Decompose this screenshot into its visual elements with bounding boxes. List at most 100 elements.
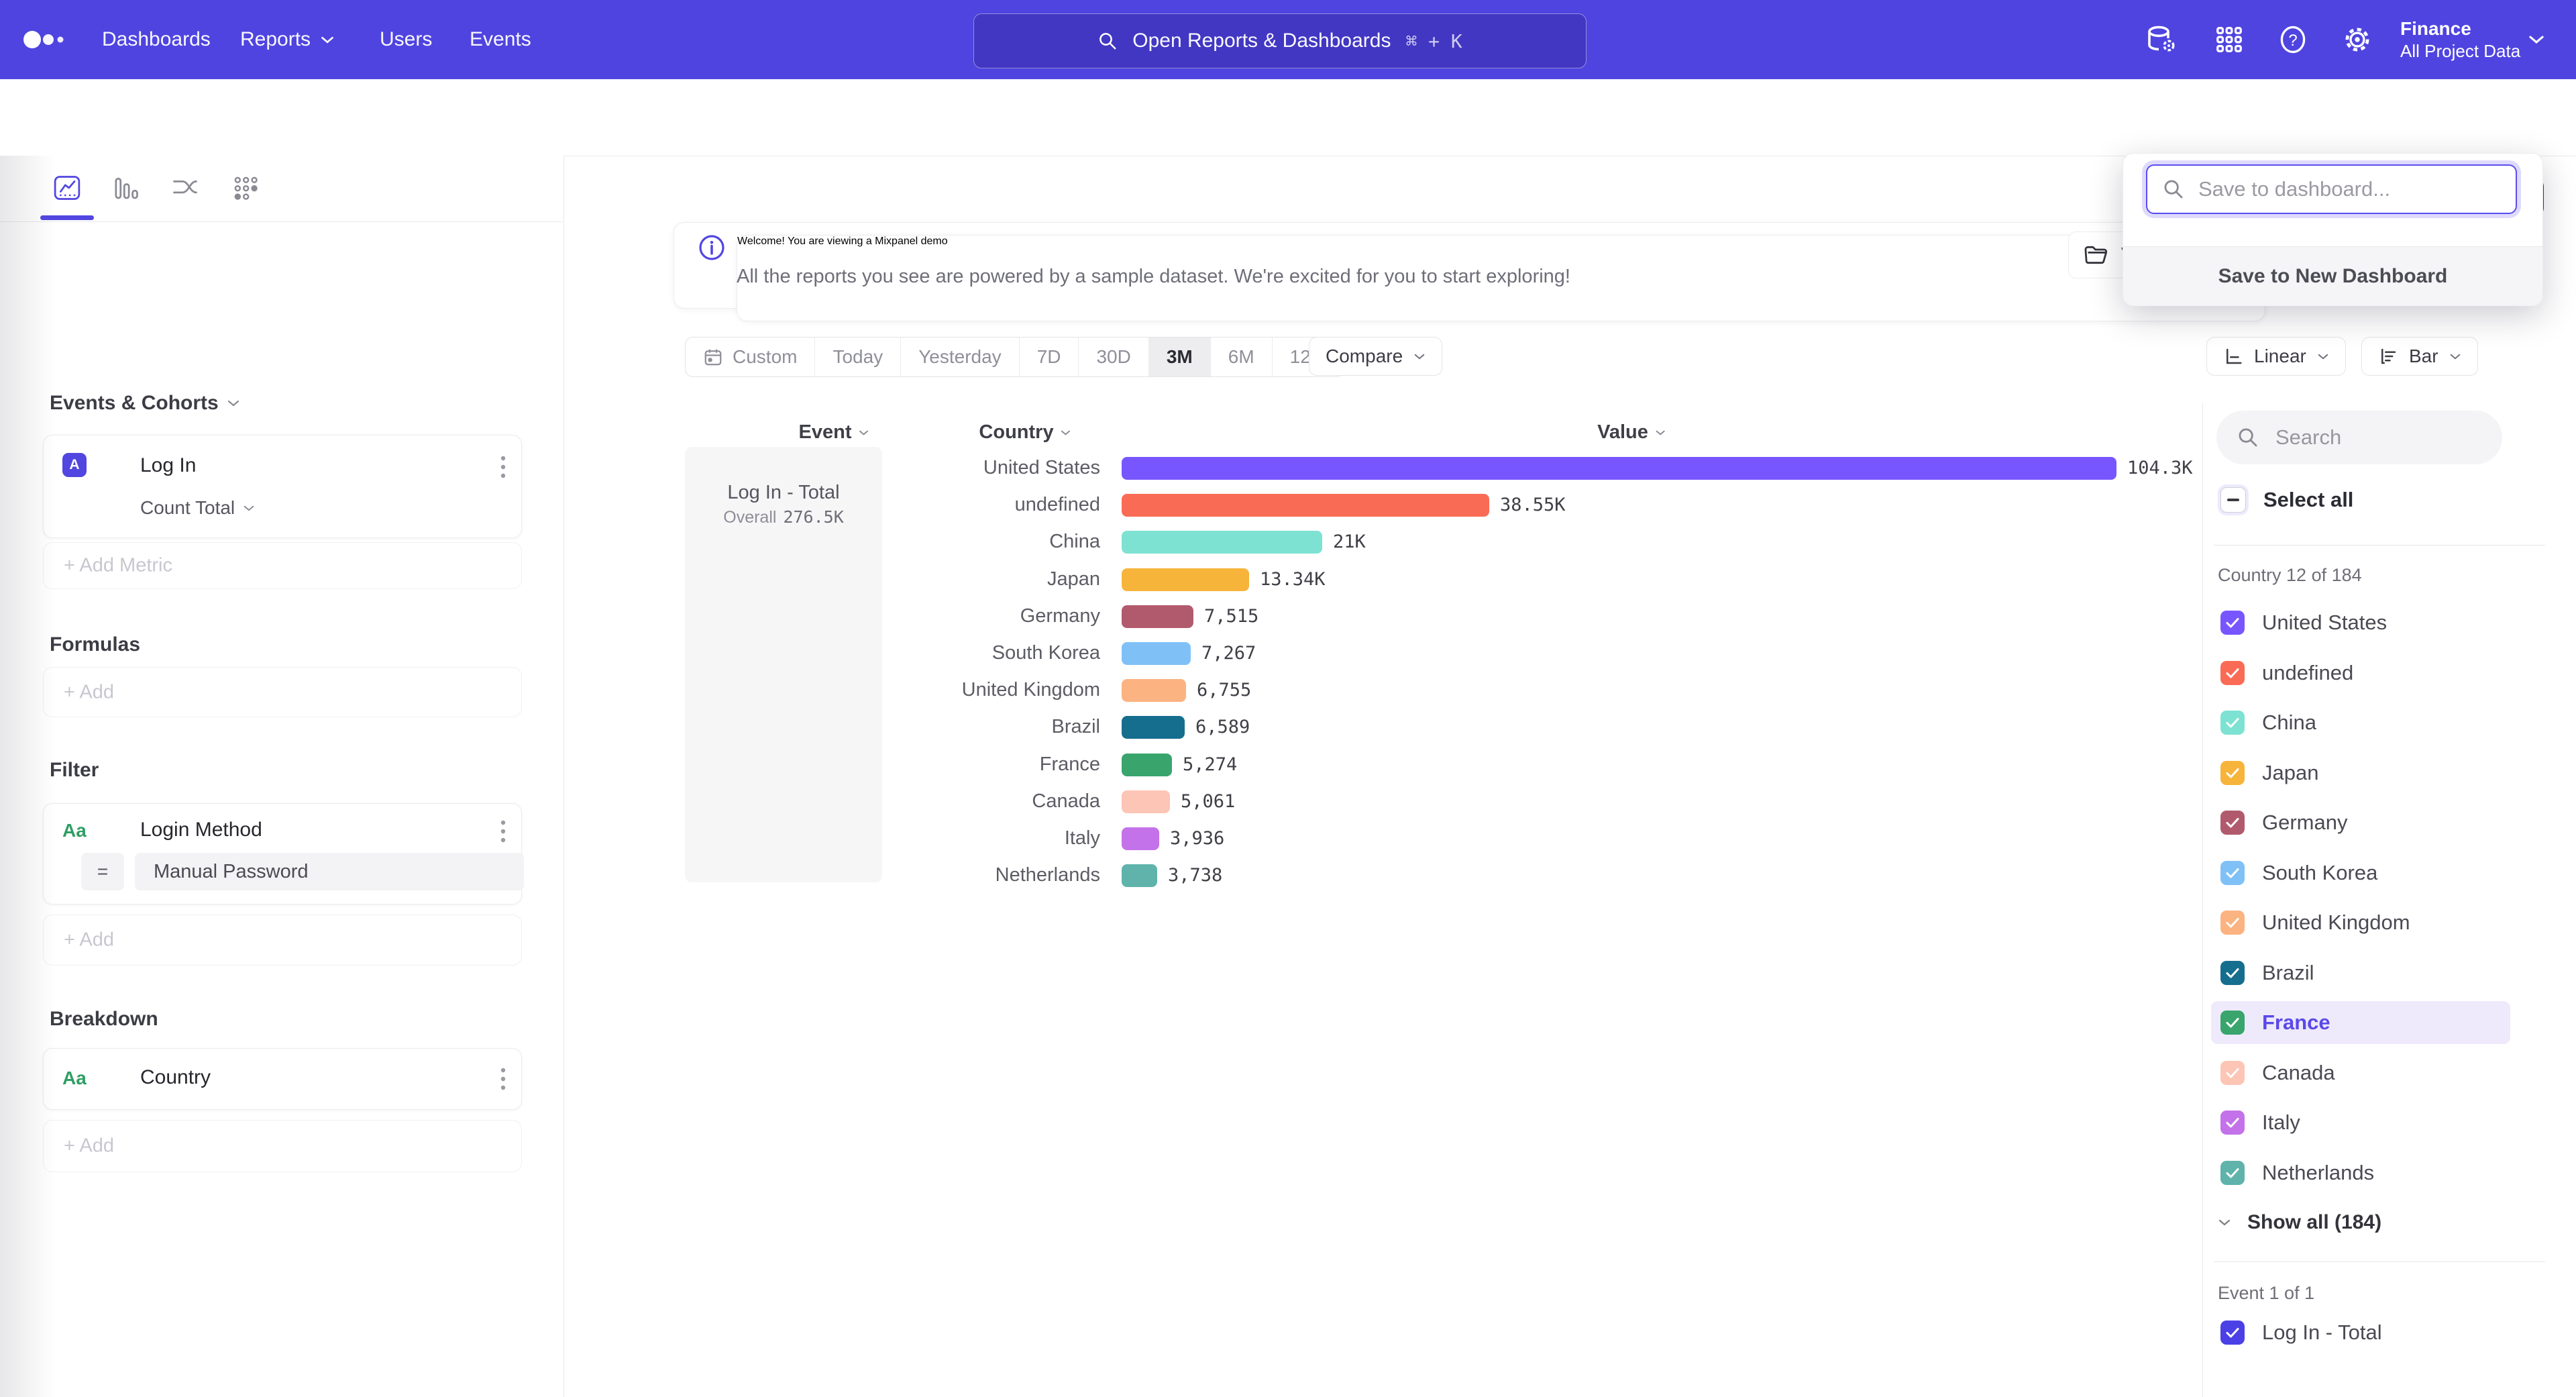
chart-type-dropdown[interactable]: Bar [2361, 337, 2478, 376]
filter-value-field[interactable]: Manual Password [135, 853, 524, 890]
tab-retention-icon[interactable] [231, 173, 260, 203]
metric-card[interactable]: A Log In Count Total [43, 435, 522, 538]
help-icon[interactable]: ? [2277, 0, 2309, 79]
filter-operator-dropdown[interactable]: = [81, 853, 124, 890]
events-cohorts-section-header[interactable]: Events & Cohorts [50, 392, 240, 415]
range-3m-selected[interactable]: 3M [1149, 338, 1211, 376]
nav-dashboards[interactable]: Dashboards [102, 0, 211, 79]
show-all-label: Show all (184) [2247, 1211, 2381, 1234]
save-dashboard-search-field[interactable] [2146, 164, 2517, 214]
chart-category-label: South Korea [792, 642, 1100, 664]
metric-event-name[interactable]: Log In [140, 454, 196, 477]
range-30d[interactable]: 30D [1079, 338, 1148, 376]
builder-tabs [0, 156, 563, 222]
project-switcher[interactable]: Finance All Project Data [2400, 0, 2520, 79]
chart-bar[interactable] [1122, 605, 1193, 628]
country-checkbox[interactable] [2220, 611, 2245, 635]
apps-grid-icon[interactable] [2214, 0, 2245, 79]
chart-bar[interactable] [1122, 642, 1191, 665]
country-checkbox[interactable] [2220, 711, 2245, 735]
country-label: Japan [2262, 761, 2318, 785]
country-filter-row[interactable]: China [2211, 701, 2510, 744]
column-header-country[interactable]: Country [979, 421, 1071, 444]
select-all-checkbox-indeterminate[interactable] [2220, 487, 2246, 513]
info-icon [698, 234, 726, 262]
add-formula-button[interactable]: + Add [43, 667, 522, 717]
chart-bar[interactable] [1122, 827, 1159, 850]
add-metric-button[interactable]: + Add Metric [43, 542, 522, 589]
chart-bar[interactable] [1122, 864, 1157, 887]
breakdown-property-name[interactable]: Country [140, 1066, 211, 1089]
panel-search-input[interactable] [2274, 425, 2478, 450]
country-filter-row[interactable]: South Korea [2211, 851, 2510, 894]
chart-bar[interactable] [1122, 531, 1322, 554]
country-checkbox[interactable] [2220, 861, 2245, 885]
compare-button[interactable]: Compare [1309, 337, 1442, 376]
chart-bar[interactable] [1122, 494, 1489, 517]
range-yesterday[interactable]: Yesterday [901, 338, 1020, 376]
panel-search-field[interactable] [2216, 411, 2502, 464]
country-filter-row[interactable]: Germany [2211, 801, 2510, 844]
country-filter-row[interactable]: United States [2211, 601, 2510, 644]
breakdown-kebab-icon[interactable] [500, 1066, 506, 1092]
column-header-value[interactable]: Value [1597, 421, 1666, 444]
mixpanel-logo[interactable] [23, 0, 70, 79]
range-7d[interactable]: 7D [1020, 338, 1079, 376]
country-checkbox[interactable] [2220, 1161, 2245, 1185]
save-dashboard-input[interactable] [2197, 176, 2488, 202]
country-filter-row[interactable]: Italy [2211, 1101, 2510, 1144]
chart-value-label: 6,589 [1195, 717, 1250, 737]
country-filter-row[interactable]: Japan [2211, 752, 2510, 794]
country-filter-row[interactable]: Canada [2211, 1051, 2510, 1094]
filter-kebab-icon[interactable] [500, 819, 506, 844]
show-all-button[interactable]: Show all (184) [2218, 1201, 2513, 1244]
chart-bar[interactable] [1122, 679, 1186, 702]
log-in-total-checkbox[interactable] [2220, 1321, 2245, 1345]
add-filter-button[interactable]: + Add [43, 915, 522, 966]
chart-bar[interactable] [1122, 716, 1185, 739]
country-filter-row[interactable]: Netherlands [2211, 1151, 2510, 1194]
project-chevron-down-icon[interactable] [2528, 0, 2545, 79]
tab-insights-icon[interactable] [52, 173, 82, 203]
country-filter-row[interactable]: Brazil [2211, 951, 2510, 994]
metric-kebab-icon[interactable] [500, 454, 506, 480]
select-all-row[interactable]: Select all [2220, 487, 2353, 513]
chart-bar[interactable] [1122, 457, 2116, 480]
chart-bar[interactable] [1122, 568, 1249, 591]
date-range-segmented-control: Custom Today Yesterday 7D 30D 3M 6M 12M [685, 337, 1344, 377]
country-checkbox[interactable] [2220, 961, 2245, 985]
global-search-button[interactable]: Open Reports & Dashboards ⌘ + K [973, 13, 1587, 68]
add-breakdown-button[interactable]: + Add [43, 1120, 522, 1172]
country-checkbox[interactable] [2220, 1061, 2245, 1085]
country-checkbox[interactable] [2220, 761, 2245, 785]
filter-card[interactable]: Aa Login Method = Manual Password [43, 803, 522, 904]
scale-dropdown[interactable]: Linear [2206, 337, 2346, 376]
metric-aggregation-dropdown[interactable]: Count Total [140, 497, 255, 519]
save-to-new-dashboard-button[interactable]: Save to New Dashboard [2123, 246, 2542, 306]
event-filter-row[interactable]: Log In - Total [2220, 1321, 2382, 1345]
chart-bar[interactable] [1122, 790, 1170, 813]
nav-users[interactable]: Users [380, 0, 432, 79]
chart-bar[interactable] [1122, 754, 1172, 776]
country-filter-row[interactable]: United Kingdom [2211, 901, 2510, 944]
breakdown-card[interactable]: Aa Country [43, 1048, 522, 1110]
country-checkbox[interactable] [2220, 911, 2245, 935]
range-custom[interactable]: Custom [686, 338, 815, 376]
settings-gear-icon[interactable] [2341, 0, 2373, 79]
chart-value-label: 7,267 [1201, 643, 1256, 664]
country-checkbox[interactable] [2220, 1110, 2245, 1135]
data-management-icon[interactable] [2144, 0, 2179, 79]
nav-reports[interactable]: Reports [240, 0, 335, 79]
tab-flows-icon[interactable] [170, 173, 200, 203]
nav-events[interactable]: Events [470, 0, 531, 79]
range-today[interactable]: Today [815, 338, 901, 376]
country-checkbox[interactable] [2220, 811, 2245, 835]
tab-funnels-icon[interactable] [111, 173, 141, 203]
filter-property-name[interactable]: Login Method [140, 819, 262, 841]
range-6m[interactable]: 6M [1211, 338, 1273, 376]
country-filter-row[interactable]: undefined [2211, 652, 2510, 694]
country-checkbox[interactable] [2220, 1011, 2245, 1035]
column-header-event[interactable]: Event [799, 421, 869, 444]
country-checkbox[interactable] [2220, 661, 2245, 685]
country-filter-row[interactable]: France [2211, 1001, 2510, 1044]
